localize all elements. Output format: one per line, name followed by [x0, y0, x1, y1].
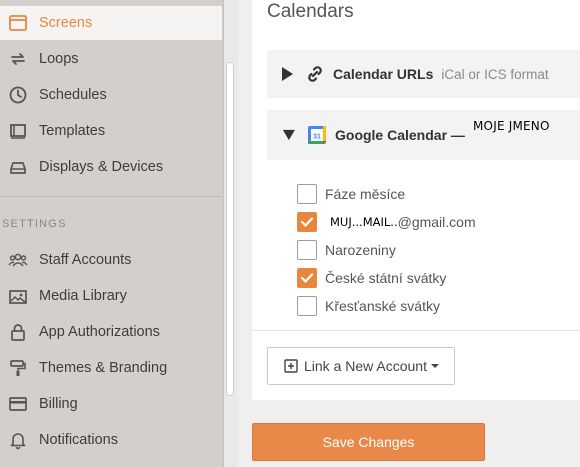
sidebar-item-displays-devices[interactable]: Displays & Devices	[0, 150, 222, 184]
calendar-label-domain: @gmail.com	[397, 214, 476, 230]
sidebar-item-label: Displays & Devices	[39, 159, 164, 175]
page-title: Calendars	[267, 1, 354, 22]
sidebar-item-label: Staff Accounts	[39, 252, 132, 268]
calendar-urls-row[interactable]: Calendar URLs iCal or ICS format	[267, 50, 580, 98]
display-device-icon	[0, 157, 36, 177]
svg-text:31: 31	[313, 134, 321, 141]
sidebar-item-label: Templates	[39, 123, 106, 139]
sidebar-item-staff-accounts[interactable]: Staff Accounts	[0, 243, 222, 277]
calendar-item[interactable]: Fáze měsíce	[297, 183, 405, 205]
sidebar-item-label: App Authorizations	[39, 324, 160, 340]
expand-right-icon[interactable]	[281, 67, 293, 81]
staff-icon	[0, 250, 36, 270]
sidebar-item-label: Media Library	[39, 288, 127, 304]
calendar-label: Křesťanské svátky	[325, 298, 440, 314]
paint-roller-icon	[0, 358, 36, 378]
calendar-urls-description: iCal or ICS format	[441, 66, 549, 82]
screens-icon	[0, 13, 36, 33]
calendar-label: České státní svátky	[325, 270, 447, 286]
media-icon	[0, 286, 36, 306]
sidebar-item-schedules[interactable]: Schedules	[0, 78, 222, 112]
caret-down-icon	[430, 364, 439, 368]
calendar-item[interactable]: Narozeniny	[297, 239, 396, 261]
save-changes-button[interactable]: Save Changes	[252, 423, 485, 461]
calendar-label: Narozeniny	[325, 242, 396, 258]
sidebar-item-label: Billing	[39, 396, 78, 412]
sidebar-item-screens[interactable]: Screens	[0, 6, 222, 40]
sidebar-item-app-authorizations[interactable]: App Authorizations	[0, 315, 222, 349]
checkmark-icon	[300, 273, 314, 283]
sidebar-item-notifications[interactable]: Notifications	[0, 423, 222, 457]
calendar-item[interactable]: MUJ...MAIL.. @gmail.com	[297, 211, 476, 233]
google-calendar-icon: 31	[307, 125, 327, 145]
templates-icon	[0, 121, 36, 141]
calendar-urls-title: Calendar URLs	[333, 66, 434, 82]
credit-card-icon	[0, 394, 36, 414]
sidebar-item-label: Schedules	[39, 87, 107, 103]
sidebar-item-templates[interactable]: Templates	[0, 114, 222, 148]
calendar-item[interactable]: České státní svátky	[297, 267, 446, 289]
sidebar-item-label: Loops	[39, 51, 79, 67]
sidebar-item-themes-branding[interactable]: Themes & Branding	[0, 351, 222, 385]
calendar-checkbox[interactable]	[297, 212, 317, 232]
calendar-label: MUJ...MAIL..	[330, 215, 398, 229]
calendar-checkbox[interactable]	[297, 296, 317, 316]
link-new-account-label: Link a New Account	[304, 358, 427, 374]
plus-square-icon	[284, 359, 298, 373]
lock-icon	[0, 322, 36, 342]
calendar-item[interactable]: Křesťanské svátky	[297, 295, 440, 317]
sidebar-item-billing[interactable]: Billing	[0, 387, 222, 421]
calendar-label: Fáze měsíce	[325, 186, 406, 202]
clock-icon	[0, 85, 36, 105]
link-icon	[305, 64, 325, 84]
google-calendar-title: Google Calendar —	[335, 127, 465, 143]
sidebar-item-loops[interactable]: Loops	[0, 42, 222, 76]
sidebar-item-media-library[interactable]: Media Library	[0, 279, 222, 313]
calendar-checkbox[interactable]	[297, 240, 317, 260]
sidebar-item-label: Themes & Branding	[39, 360, 168, 376]
expand-down-icon[interactable]	[281, 129, 295, 141]
sidebar-item-label: Screens	[39, 15, 93, 31]
link-new-account-button[interactable]: Link a New Account	[267, 347, 455, 385]
bell-icon	[0, 430, 36, 450]
sidebar-scrollbar-thumb[interactable]	[226, 62, 234, 396]
sidebar-divider	[0, 196, 222, 197]
calendar-checkbox[interactable]	[297, 268, 317, 288]
calendar-checkbox[interactable]	[297, 184, 317, 204]
google-account-owner: MOJE JMENO	[473, 119, 550, 133]
divider	[252, 330, 580, 331]
loops-icon	[0, 49, 36, 69]
settings-heading: SETTINGS	[2, 218, 67, 230]
sidebar-item-label: Notifications	[39, 432, 118, 448]
checkmark-icon	[300, 217, 314, 227]
google-calendar-row[interactable]: 31 Google Calendar — MOJE JMENO	[267, 110, 580, 160]
